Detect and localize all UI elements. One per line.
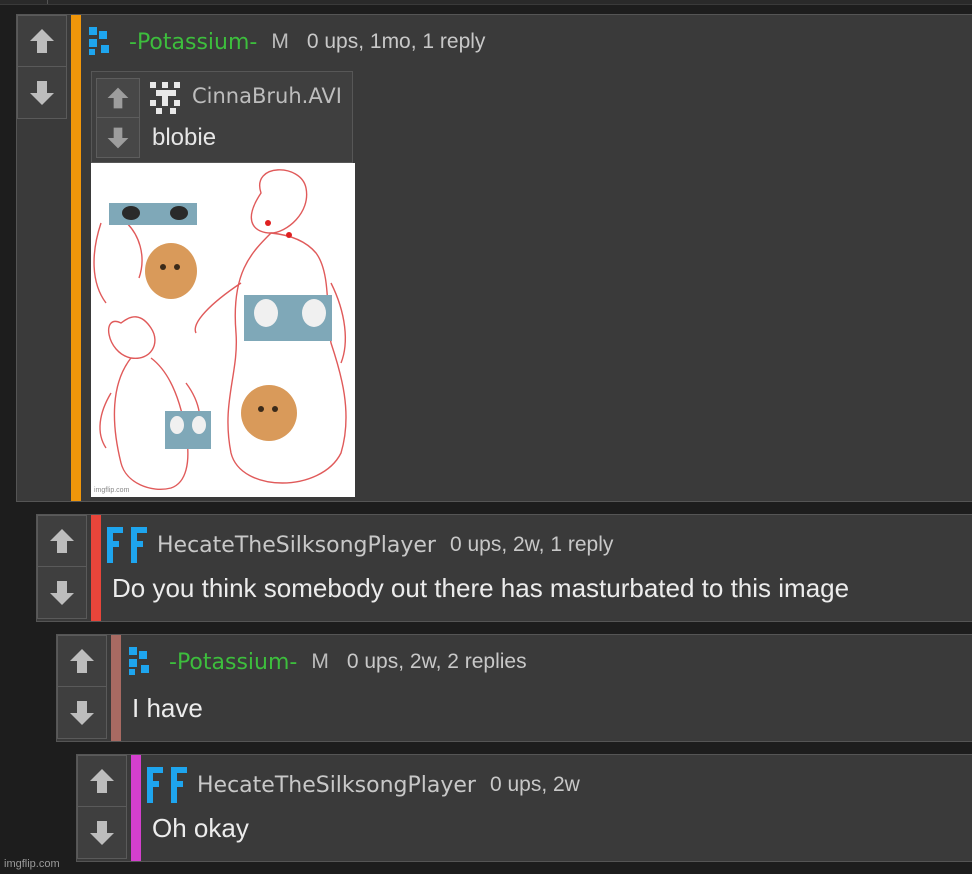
username-link[interactable]: -Potassium-: [169, 650, 297, 675]
mod-badge: M: [271, 30, 289, 53]
upvote-button[interactable]: [77, 755, 127, 807]
user-avatar[interactable]: [127, 645, 153, 679]
downvote-button[interactable]: [77, 807, 127, 859]
arrow-up-icon: [30, 29, 54, 53]
downvote-button[interactable]: [57, 687, 107, 739]
upvote-button[interactable]: [17, 15, 67, 67]
username-link[interactable]: -Potassium-: [129, 30, 257, 55]
downvote-button[interactable]: [17, 67, 67, 119]
vote-column: [57, 635, 107, 739]
image-watermark: imgflip.com: [94, 487, 130, 494]
thread-bar: [131, 755, 141, 861]
top-divider: [0, 0, 972, 5]
blob-figures-drawing: [93, 169, 347, 490]
embedded-downvote-button[interactable]: [96, 118, 140, 158]
embedded-username[interactable]: CinnaBruh.AVI: [192, 84, 342, 108]
imgflip-watermark: imgflip.com: [4, 858, 60, 870]
comment-meta: 0 ups, 1mo, 1 reply: [306, 30, 486, 53]
vote-column: [37, 515, 87, 619]
user-avatar: [150, 82, 180, 114]
thread-bar: [91, 515, 101, 621]
comment-text: Do you think somebody out there has mast…: [112, 573, 850, 603]
arrow-up-icon: [90, 769, 114, 793]
comment-text: Oh okay: [152, 813, 249, 843]
arrow-down-icon: [50, 580, 74, 605]
arrow-down-icon: [30, 80, 54, 105]
upvote-button[interactable]: [37, 515, 87, 567]
arrow-up-icon: [107, 87, 129, 109]
username-link[interactable]: HecateTheSilksongPlayer: [197, 773, 476, 798]
embedded-header: CinnaBruh.AVI blobie: [91, 71, 353, 163]
arrow-up-icon: [70, 649, 94, 673]
comment-meta: 0 ups, 2w, 1 reply: [449, 533, 614, 556]
arrow-up-icon: [50, 529, 74, 553]
upvote-button[interactable]: [57, 635, 107, 687]
comment-2: HecateTheSilksongPlayer 0 ups, 2w, 1 rep…: [36, 514, 972, 622]
arrow-down-icon: [90, 820, 114, 845]
embedded-post: CinnaBruh.AVI blobie imgflip.com: [91, 71, 355, 549]
mod-badge: M: [311, 650, 329, 673]
arrow-down-icon: [70, 700, 94, 725]
thread-bar: [111, 635, 121, 741]
user-avatar[interactable]: [147, 765, 191, 805]
comment-text: I have: [132, 693, 203, 723]
arrow-down-icon: [107, 127, 129, 148]
embedded-text: blobie: [152, 124, 217, 151]
comment-1: -Potassium- M 0 ups, 1mo, 1 reply CinnaB…: [16, 14, 972, 502]
user-avatar[interactable]: [87, 25, 113, 59]
downvote-button[interactable]: [37, 567, 87, 619]
user-avatar[interactable]: [107, 525, 151, 565]
comment-meta: 0 ups, 2w, 2 replies: [346, 650, 527, 673]
embedded-upvote-button[interactable]: [96, 78, 140, 118]
thread-bar: [71, 15, 81, 501]
vote-column: [77, 755, 127, 859]
username-link[interactable]: HecateTheSilksongPlayer: [157, 533, 436, 558]
vote-column: [17, 15, 67, 119]
comment-3: -Potassium- M 0 ups, 2w, 2 replies I hav…: [56, 634, 972, 742]
embedded-vote-column: [96, 78, 140, 158]
meme-image[interactable]: imgflip.com: [91, 163, 355, 497]
comment-4: HecateTheSilksongPlayer 0 ups, 2w Oh oka…: [76, 754, 972, 862]
comment-meta: 0 ups, 2w: [489, 773, 580, 796]
